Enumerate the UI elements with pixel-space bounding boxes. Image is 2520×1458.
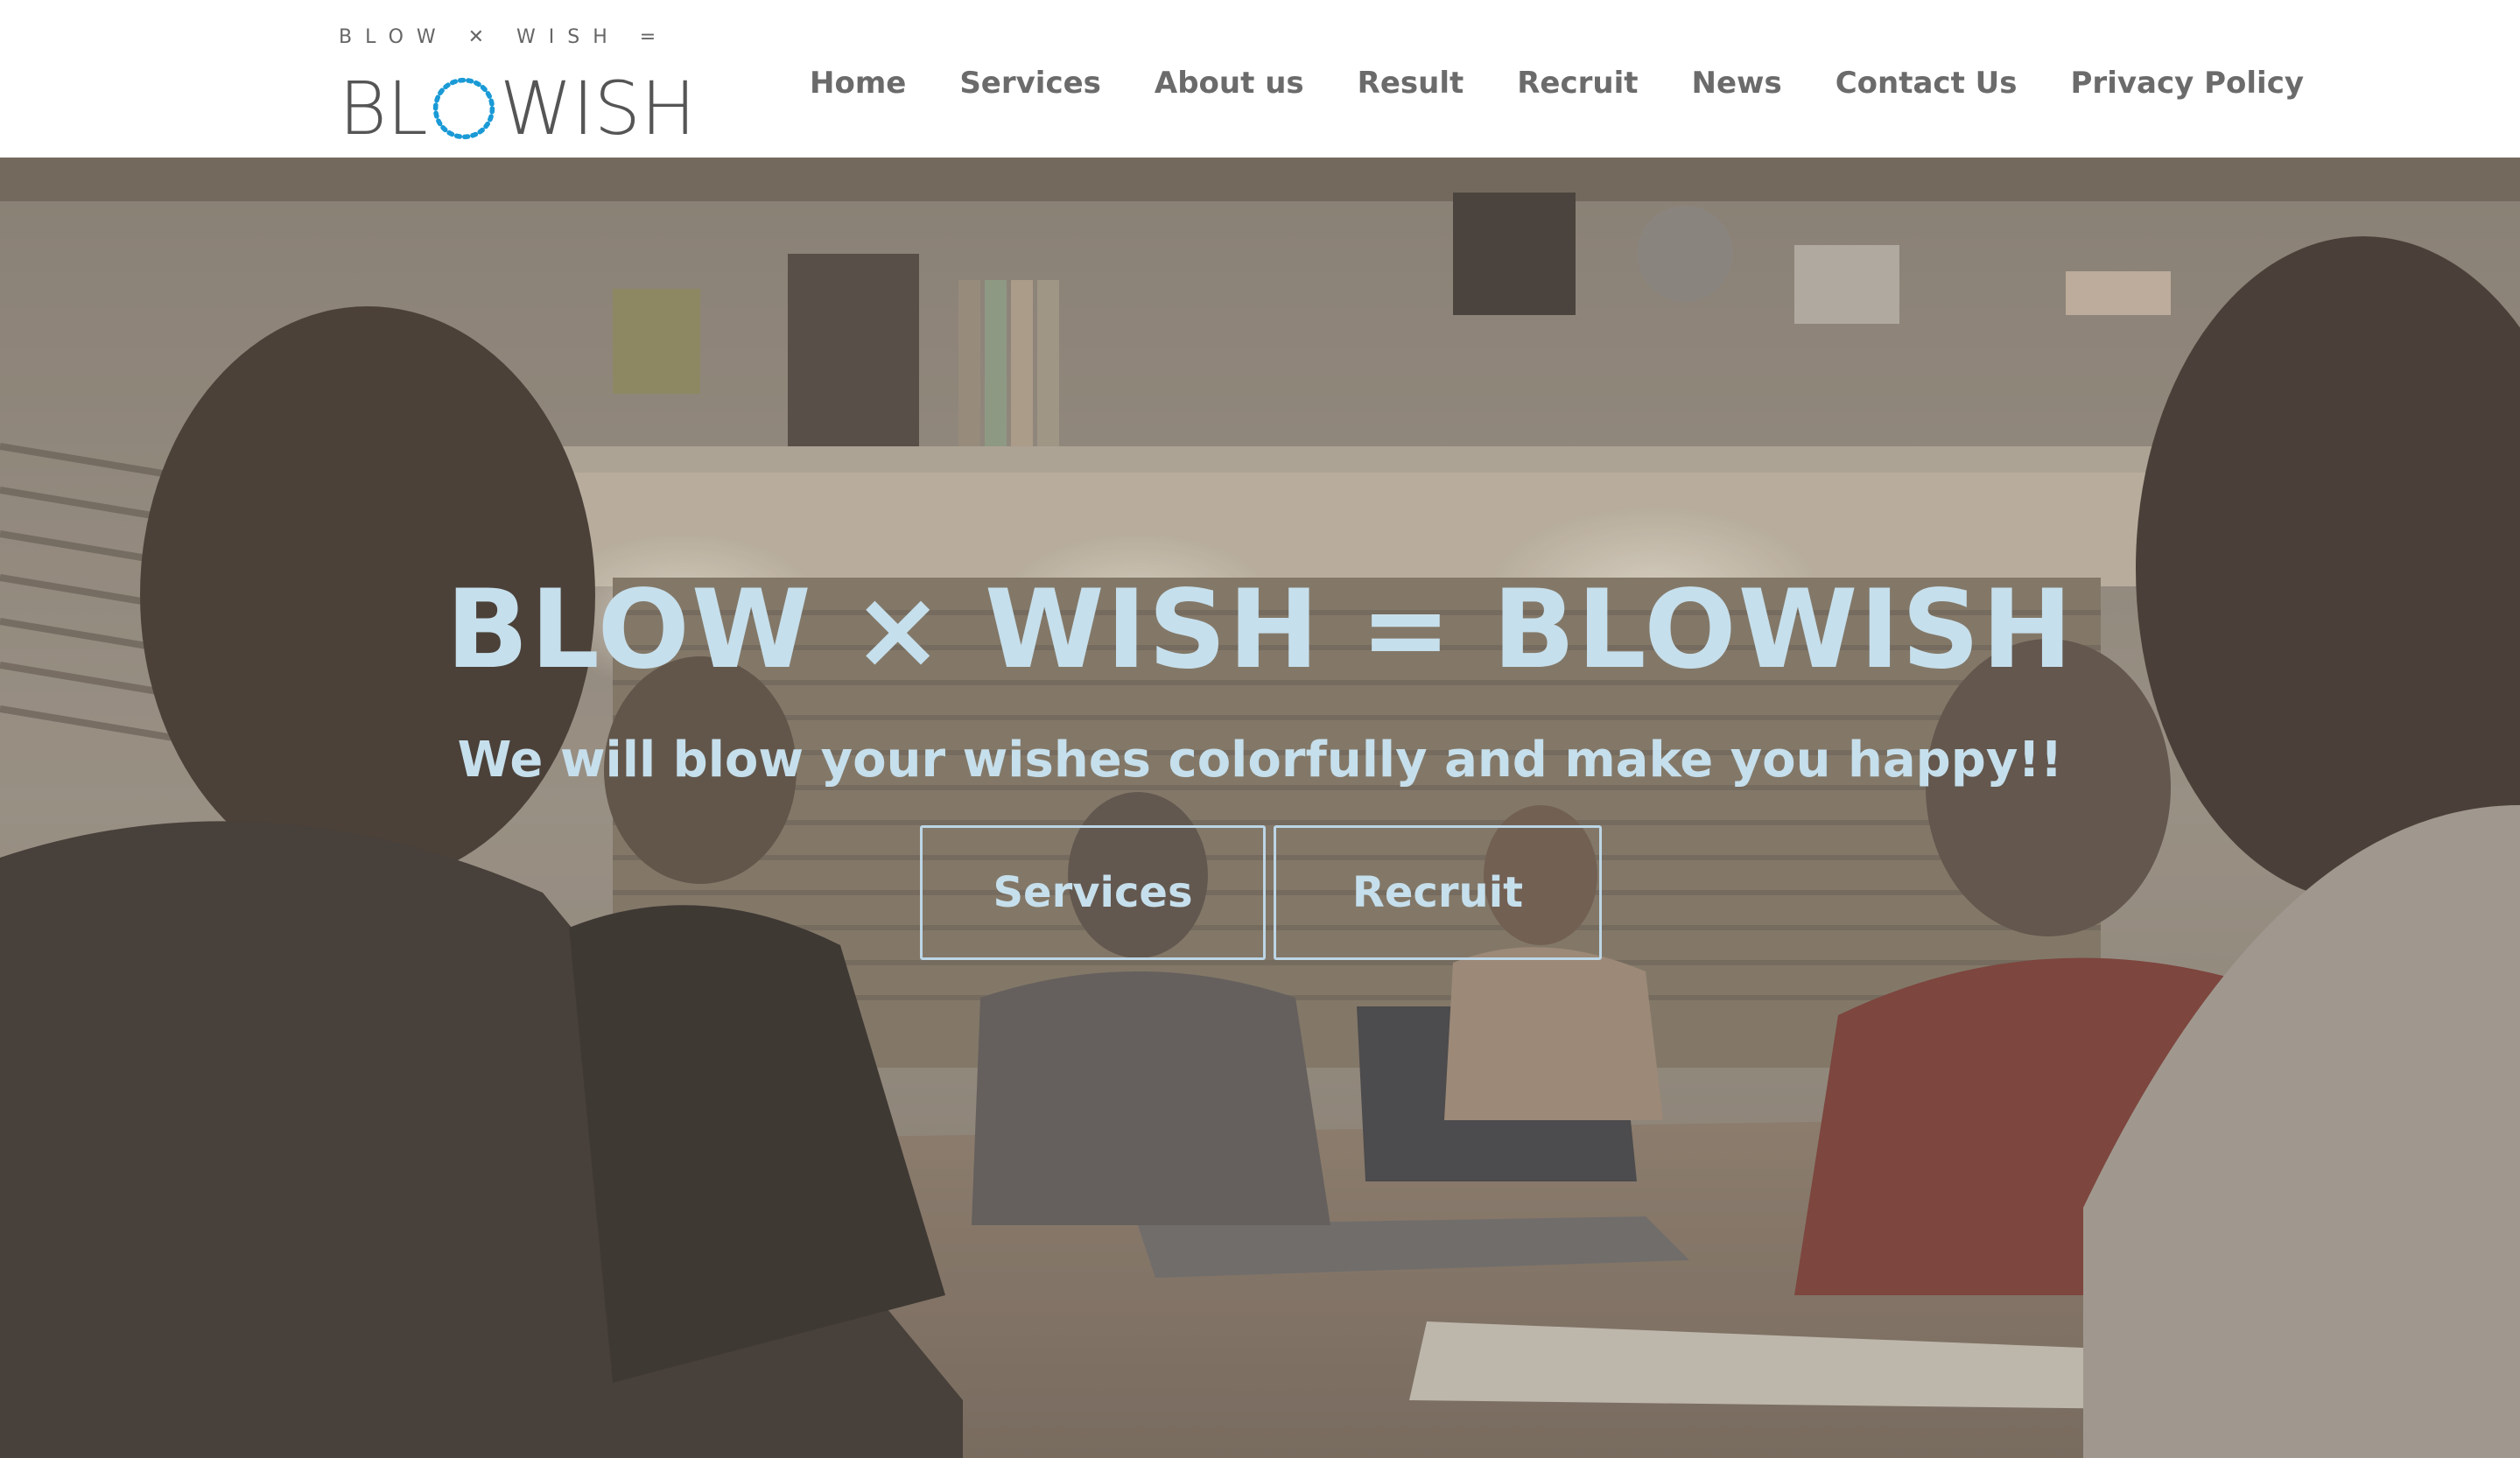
logo[interactable]: BLOW ✕ WISH = BL WISH	[339, 26, 696, 151]
nav-home[interactable]: Home	[810, 66, 906, 101]
nav-result[interactable]: Result	[1358, 66, 1464, 101]
site-header: BLOW ✕ WISH = BL WISH Home Services Abou…	[0, 0, 2520, 158]
services-button[interactable]: Services	[920, 825, 1266, 960]
hero-subtitle: We will blow your wishes colorfully and …	[457, 732, 2063, 789]
logo-name-right: WISH	[499, 66, 697, 151]
nav-recruit[interactable]: Recruit	[1517, 66, 1638, 101]
logo-tagline: BLOW ✕ WISH =	[339, 26, 670, 48]
main-nav: Home Services About us Result Recruit Ne…	[810, 54, 2304, 112]
nav-privacy-policy[interactable]: Privacy Policy	[2071, 66, 2305, 101]
nav-contact-us[interactable]: Contact Us	[1836, 66, 2018, 101]
logo-wordmark: BL WISH	[339, 56, 696, 161]
dotted-circle-icon	[432, 77, 495, 140]
nav-about-us[interactable]: About us	[1155, 66, 1304, 101]
hero-title: BLOW × WISH = BLOWISH	[446, 567, 2074, 694]
logo-name-left: BL	[339, 66, 428, 151]
hero-section: BLOW × WISH = BLOWISH We will blow your …	[0, 158, 2520, 1458]
nav-news[interactable]: News	[1692, 66, 1782, 101]
recruit-button[interactable]: Recruit	[1274, 825, 1602, 960]
nav-services[interactable]: Services	[959, 66, 1101, 101]
hero-background-photo	[0, 158, 2520, 1458]
